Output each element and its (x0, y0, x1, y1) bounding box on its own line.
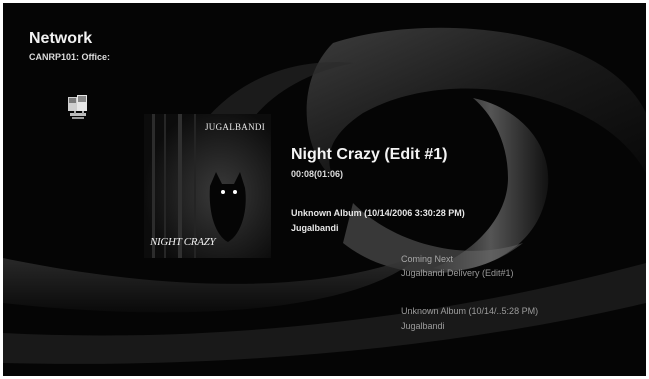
now-playing-artist: Jugalbandi (291, 223, 339, 233)
album-art-band-text: JUGALBANDI (205, 122, 265, 132)
media-player-screen: Network CANRP101: Office: JUGALBANDI NIG… (3, 3, 646, 376)
now-playing-time: 00:08(01:06) (291, 169, 344, 179)
network-computer-icon (68, 95, 87, 119)
now-playing-title: Night Crazy (Edit #1) (291, 146, 448, 163)
album-art-title-text: NIGHT CRAZY (150, 236, 216, 248)
location-path: CANRP101: Office: (29, 52, 111, 62)
location-title: Network (29, 30, 93, 47)
coming-next-album: Unknown Album (10/14/..5:28 PM) (401, 306, 539, 316)
now-playing-album: Unknown Album (10/14/2006 3:30:28 PM) (291, 208, 465, 218)
album-art: JUGALBANDI NIGHT CRAZY (144, 114, 271, 258)
coming-next-artist: Jugalbandi (401, 321, 445, 331)
coming-next-track: Jugalbandi Delivery (Edit#1) (401, 268, 514, 278)
coming-next-label: Coming Next (401, 254, 454, 264)
